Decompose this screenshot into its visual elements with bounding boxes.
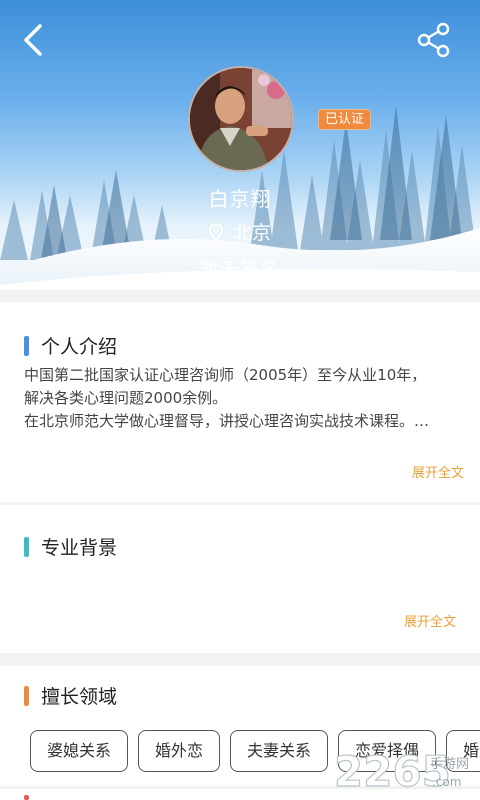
watermark-text: 手游网 <box>430 757 469 772</box>
share-icon[interactable] <box>414 20 454 60</box>
intro-line: 解决各类心理问题2000余例。 <box>24 389 228 407</box>
tag-marital-relations[interactable]: 夫妻关系 <box>230 730 329 772</box>
avatar[interactable] <box>188 66 294 172</box>
accent-bar <box>24 795 29 800</box>
accent-bar <box>24 536 29 557</box>
expertise-title: 擅长领域 <box>41 686 118 708</box>
intro-text: 中国第二批国家认证心理咨询师（2005年）至今从业10年， 解决各类心理问题20… <box>24 364 464 433</box>
profile-header: 已认证 白京翔 北京 暂无签名 <box>0 0 480 290</box>
intro-line: 在北京师范大学做心理督导，讲授心理咨询实战技术课程。… <box>24 412 430 430</box>
avatar-photo <box>190 68 292 170</box>
intro-expand-link[interactable]: 展开全文 <box>412 462 464 481</box>
intro-title: 个人介绍 <box>41 336 118 358</box>
accent-bar <box>24 335 29 356</box>
background-heading: 专业背景 <box>24 533 117 560</box>
watermark-domain: .com <box>432 775 461 789</box>
tag-extramarital-affair[interactable]: 婚外恋 <box>138 730 221 772</box>
expertise-heading: 擅长领域 <box>24 682 117 709</box>
watermark-logo: 2265 手游网 .com <box>333 746 469 796</box>
accent-bar <box>24 685 29 706</box>
verified-badge: 已认证 <box>318 109 372 130</box>
signature: 暂无签名 <box>199 259 280 281</box>
location-pin-icon <box>209 223 223 241</box>
location: 北京 <box>0 218 480 245</box>
intro-heading: 个人介绍 <box>24 332 117 359</box>
location-text: 北京 <box>232 222 271 244</box>
background-expand-link[interactable]: 展开全文 <box>404 611 456 630</box>
tag-in-law-relations[interactable]: 婆媳关系 <box>30 730 129 772</box>
chevron-left-icon[interactable] <box>14 18 54 62</box>
intro-card: 个人介绍 中国第二批国家认证心理咨询师（2005年）至今从业10年， 解决各类心… <box>0 302 480 502</box>
background-title: 专业背景 <box>41 537 118 559</box>
counselor-name: 白京翔 <box>208 187 272 211</box>
background-card: 专业背景 展开全文 <box>0 505 480 653</box>
intro-line: 中国第二批国家认证心理咨询师（2005年）至今从业10年， <box>24 366 427 384</box>
